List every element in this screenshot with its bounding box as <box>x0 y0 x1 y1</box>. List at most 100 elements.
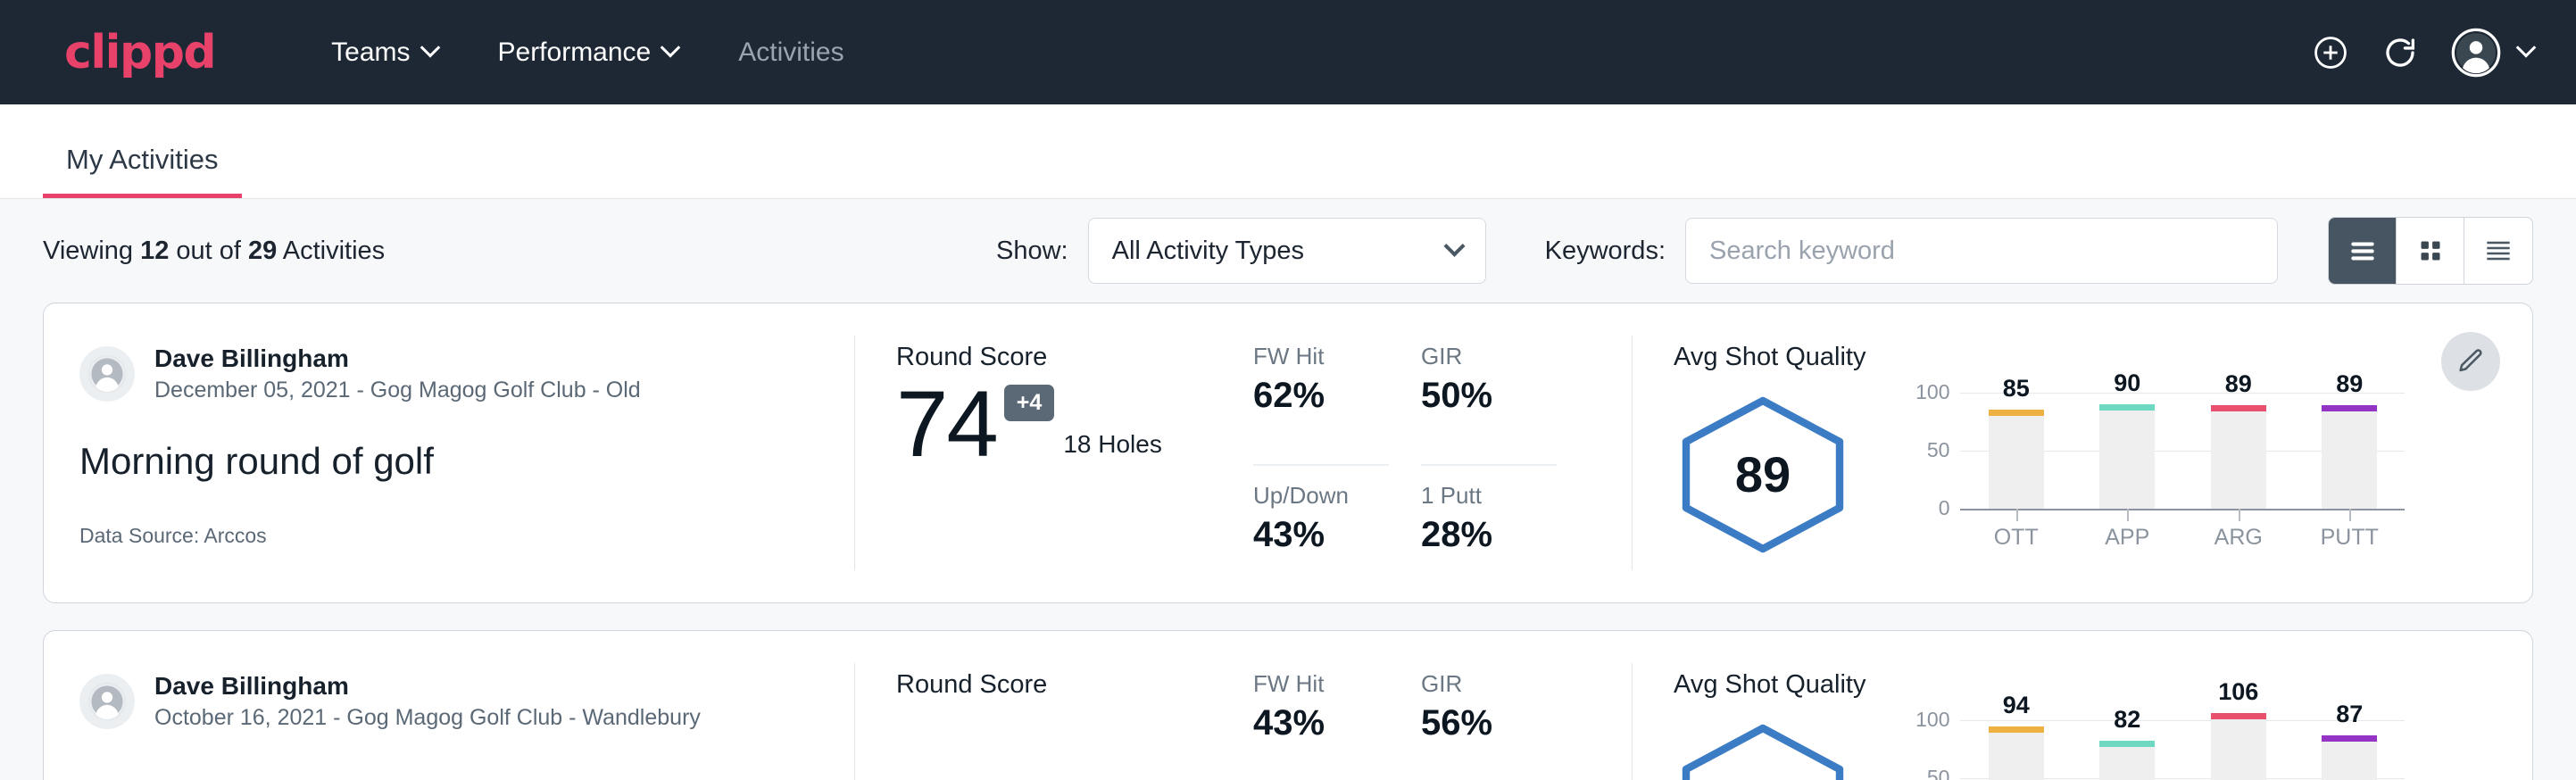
stat-one-putt: 1 Putt 28% <box>1421 482 1557 603</box>
stat-grid: FW Hit 43% GIR 56% <box>1253 670 1557 780</box>
bar <box>2099 404 2155 509</box>
stat-label: GIR <box>1421 670 1557 698</box>
bar-cell: 82 <box>2072 702 2183 780</box>
activity-card[interactable]: Dave Billingham October 16, 2021 - Gog M… <box>43 630 2533 780</box>
nav-item-performance-label: Performance <box>498 37 652 68</box>
chevron-down-icon <box>420 37 440 58</box>
refresh-button[interactable] <box>2381 34 2419 71</box>
activity-card-list: Dave Billingham December 05, 2021 - Gog … <box>0 303 2576 780</box>
round-score-row: 74 +4 18 Holes <box>896 378 1253 471</box>
chevron-down-icon <box>2516 37 2537 58</box>
round-score-value: 74 <box>896 378 997 471</box>
holes-played: 18 Holes <box>1063 430 1162 459</box>
bar-value-label: 106 <box>2218 678 2258 706</box>
bar-cap <box>1989 410 2044 416</box>
round-score-block: Round Score +0 <box>896 670 1253 780</box>
stat-value: 43% <box>1253 703 1389 743</box>
stat-grid: FW Hit 62% GIR 50% Up/Down 43% 1 Putt 28… <box>1253 343 1557 602</box>
edit-activity-button[interactable] <box>2441 332 2500 391</box>
stat-label: 1 Putt <box>1421 482 1557 510</box>
brand-logo[interactable]: clippd <box>64 26 215 79</box>
y-axis-tick-label: 50 <box>1905 766 1949 780</box>
stat-fw-hit: FW Hit 43% <box>1253 670 1389 780</box>
activity-meta: October 16, 2021 - Gog Magog Golf Club -… <box>154 703 701 734</box>
bar-cap <box>2211 405 2266 411</box>
x-axis-tick <box>2349 509 2351 521</box>
x-axis-tick-label: APP <box>2072 525 2183 551</box>
keywords-label: Keywords: <box>1545 236 1666 266</box>
bar-cell: 89 <box>2182 375 2294 509</box>
avg-shot-quality-value: 89 <box>1674 445 1852 503</box>
bar-cell: 87 <box>2294 702 2406 780</box>
player-name: Dave Billingham <box>154 343 641 374</box>
bar-value-label: 94 <box>2003 692 2030 719</box>
bar <box>1989 726 2044 780</box>
bar <box>2099 741 2155 780</box>
search-input[interactable] <box>1709 236 2254 266</box>
filter-controls: Show: All Activity Types Keywords: <box>996 217 2533 285</box>
player-identity: Dave Billingham October 16, 2021 - Gog M… <box>79 670 819 734</box>
activity-card[interactable]: Dave Billingham December 05, 2021 - Gog … <box>43 303 2533 603</box>
avg-shot-quality-label: Avg Shot Quality <box>1674 670 1866 700</box>
view-toggle-group <box>2328 217 2533 285</box>
round-score-label: Round Score <box>896 670 1253 700</box>
tab-my-activities-label: My Activities <box>66 144 219 175</box>
stat-label: GIR <box>1421 343 1557 370</box>
stat-fw-hit: FW Hit 62% <box>1253 343 1389 466</box>
avatar <box>79 674 135 729</box>
nav-item-teams-label: Teams <box>331 37 410 68</box>
data-source: Data Source: Arccos <box>79 524 819 548</box>
stat-gir: GIR 56% <box>1421 670 1557 780</box>
viewing-middle: out of <box>169 236 248 265</box>
stat-label: FW Hit <box>1253 343 1389 370</box>
activity-type-select-value: All Activity Types <box>1112 236 1304 266</box>
shot-quality-section: Avg Shot Quality 100500 94 82 <box>1633 631 2532 780</box>
show-label: Show: <box>996 236 1068 266</box>
y-axis-tick-label: 100 <box>1905 708 1949 732</box>
y-axis-tick-label: 100 <box>1905 380 1949 404</box>
x-axis-tick <box>2239 509 2240 521</box>
x-axis-tick-label: ARG <box>2182 525 2294 551</box>
bar-cell: 106 <box>2182 702 2294 780</box>
grid-view-button[interactable] <box>2397 218 2464 284</box>
activity-summary: Dave Billingham December 05, 2021 - Gog … <box>44 303 854 602</box>
nav-item-teams[interactable]: Teams <box>301 25 467 80</box>
bar-cell: 94 <box>1960 702 2072 780</box>
y-axis-tick-label: 50 <box>1905 438 1949 462</box>
activity-title: Morning round of golf <box>79 440 819 483</box>
y-axis-tick-label: 0 <box>1905 496 1949 520</box>
bar-cap <box>2322 735 2377 742</box>
chart-plot-area: 85 90 89 89 <box>1960 375 2405 509</box>
nav-item-performance[interactable]: Performance <box>468 25 709 80</box>
tab-my-activities[interactable]: My Activities <box>43 144 242 198</box>
viewing-prefix: Viewing <box>43 236 140 265</box>
tab-bar: My Activities <box>0 104 2576 199</box>
nav-links: Teams Performance Activities <box>301 25 874 80</box>
nav-item-activities[interactable]: Activities <box>708 25 874 80</box>
list-view-button[interactable] <box>2329 218 2397 284</box>
player-name: Dave Billingham <box>154 670 701 701</box>
bar-value-label: 89 <box>2336 370 2363 398</box>
viewing-total: 29 <box>248 236 277 265</box>
bar <box>2211 405 2266 509</box>
top-navigation-bar: clippd Teams Performance Activities <box>0 0 2576 104</box>
stat-label: FW Hit <box>1253 670 1389 698</box>
bar-cap <box>2211 713 2266 719</box>
score-to-par-badge: +4 <box>1004 385 1055 421</box>
bar <box>2322 735 2377 780</box>
bar-value-label: 87 <box>2336 701 2363 728</box>
x-axis-tick <box>2127 509 2129 521</box>
stat-up-down: Up/Down 43% <box>1253 482 1389 603</box>
compact-view-icon <box>2481 234 2515 268</box>
user-avatar-icon <box>87 681 128 722</box>
activity-type-select[interactable]: All Activity Types <box>1088 218 1486 284</box>
filter-bar: Viewing 12 out of 29 Activities Show: Al… <box>0 199 2576 303</box>
shot-quality-chart: 100 50 0 85 90 89 89 <box>1905 375 2405 553</box>
add-button[interactable] <box>2312 34 2349 71</box>
compact-view-button[interactable] <box>2464 218 2532 284</box>
user-menu[interactable] <box>2451 28 2533 78</box>
search-field[interactable] <box>1685 218 2278 284</box>
bar <box>2211 713 2266 780</box>
pencil-icon <box>2456 346 2486 377</box>
nav-actions <box>2312 28 2533 78</box>
